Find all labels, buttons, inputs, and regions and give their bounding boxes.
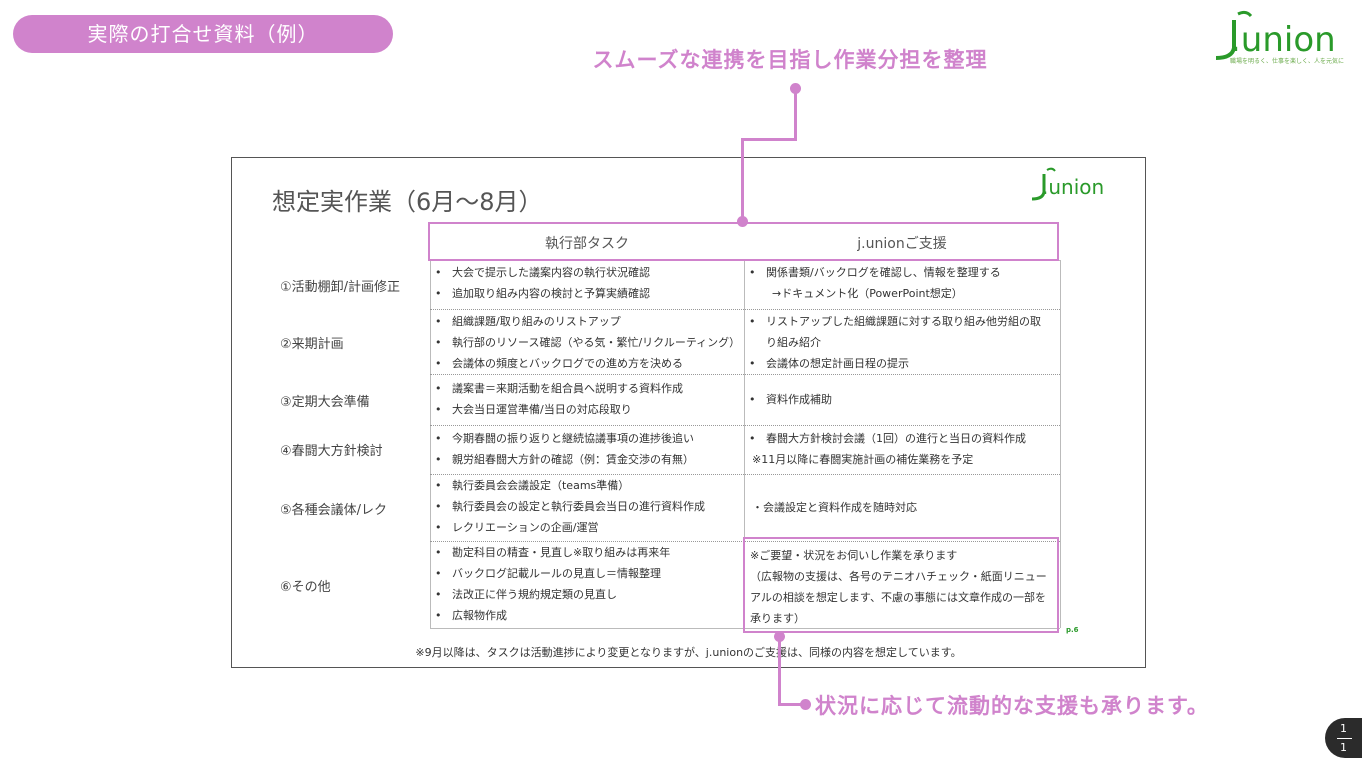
brand-logo: .union 職場を明るく、仕事を楽しく、人を元気に [1212, 8, 1357, 66]
task-cell: 大会で提示した議案内容の執行状況確認 追加取り組み内容の検討と予算実績確認 [432, 262, 742, 304]
task-item: 広報物作成 [432, 605, 742, 626]
row-label: ③定期大会準備 [280, 395, 370, 410]
slide-logo-word: .union [1042, 175, 1105, 199]
support-item-note: ※11月以降に春闘実施計画の補佐業務を予定 [752, 453, 974, 466]
other-support-highlight [743, 537, 1059, 633]
page-number: p.6 [1066, 626, 1079, 634]
support-item: 資料作成補助 [746, 389, 1056, 410]
support-item: リストアップした組織課題に対する取り組み他労組の取り組み紹介 [746, 311, 1046, 353]
logo-tagline: 職場を明るく、仕事を楽しく、人を元気に [1230, 58, 1345, 65]
bottom-note: ※9月以降は、タスクは活動進捗により変更となりますが、j.unionのご支援は、… [415, 646, 962, 659]
row-label: ⑤各種会議体/レク [280, 503, 388, 518]
task-item: 親労組春闘大方針の確認（例：賃金交渉の有無） [432, 449, 742, 470]
task-cell: 勘定科目の精査・見直し※取り組みは再来年 バックログ記載ルールの見直し＝情報整理… [432, 542, 742, 626]
slide-logo: .union [1030, 166, 1130, 206]
support-item: ・会議設定と資料作成を随時対応 [752, 501, 917, 514]
connector-dot [774, 631, 785, 642]
task-item: 大会当日運営準備/当日の対応段取り [432, 399, 742, 420]
support-item: 会議体の想定計画日程の提示 [746, 353, 1046, 374]
grid-hline [430, 425, 1060, 426]
slide-title: 想定実作業（6月〜8月） [272, 188, 543, 216]
footnote-text: 状況に応じて流動的な支援も承ります。 [815, 694, 1209, 718]
task-item: レクリエーションの企画/運営 [432, 517, 742, 538]
column-header-highlight [428, 222, 1059, 261]
task-item: 勘定科目の精査・見直し※取り組みは再来年 [432, 542, 742, 563]
support-item-note: →ドキュメント化（PowerPoint想定） [772, 287, 963, 300]
connector-dot [790, 83, 801, 94]
connector-line [741, 138, 797, 141]
row-label: ⑥その他 [280, 580, 331, 595]
task-cell: 議案書＝来期活動を組合員へ説明する資料作成 大会当日運営準備/当日の対応段取り [432, 378, 742, 420]
task-item: 執行委員会の設定と執行委員会当日の進行資料作成 [432, 496, 742, 517]
grid-vline-left [430, 260, 431, 628]
row-label: ④春闘大方針検討 [280, 444, 383, 459]
grid-hline [430, 374, 1060, 375]
connector-line [794, 90, 797, 140]
logo-word: .union [1230, 20, 1336, 60]
support-cell: ・会議設定と資料作成を随時対応 [746, 497, 1056, 518]
connector-line [741, 138, 744, 222]
task-item: 今期春闘の振り返りと継続協議事項の進捗後追い [432, 428, 742, 449]
task-item: バックログ記載ルールの見直し＝情報整理 [432, 563, 742, 584]
support-item: 関係書類/バックログを確認し、情報を整理する [746, 262, 1056, 283]
grid-hline [430, 309, 1060, 310]
task-item: 議案書＝来期活動を組合員へ説明する資料作成 [432, 378, 742, 399]
support-cell: 関係書類/バックログを確認し、情報を整理する →ドキュメント化（PowerPoi… [746, 262, 1056, 304]
grid-vline-right [1060, 260, 1061, 628]
task-item: 執行部のリソース確認（やる気・繁忙/リクルーティング） [432, 332, 742, 353]
row-label: ②来期計画 [280, 337, 344, 352]
section-label-pill: 実際の打合せ資料（例） [13, 15, 393, 53]
task-item: 会議体の頻度とバックログでの進め方を決める [432, 353, 742, 374]
slide-frame: 想定実作業（6月〜8月） .union 執行部タスク j.unionご支援 ①活… [231, 157, 1146, 668]
headline-text: スムーズな連携を目指し作業分担を整理 [592, 48, 988, 72]
connector-dot [737, 216, 748, 227]
support-item: 春闘大方針検討会議（1回）の進行と当日の資料作成 [746, 428, 1056, 449]
task-item: 大会で提示した議案内容の執行状況確認 [432, 262, 742, 283]
page-counter-bottom: 1 [1340, 741, 1347, 754]
support-cell: 春闘大方針検討会議（1回）の進行と当日の資料作成 ※11月以降に春闘実施計画の補… [746, 428, 1056, 470]
task-item: 追加取り組み内容の検討と予算実績確認 [432, 283, 742, 304]
task-item: 執行委員会会議設定（teams準備） [432, 475, 742, 496]
page-counter-top: 1 [1340, 722, 1347, 735]
task-item: 組織課題/取り組みのリストアップ [432, 311, 742, 332]
task-cell: 組織課題/取り組みのリストアップ 執行部のリソース確認（やる気・繁忙/リクルーテ… [432, 311, 742, 374]
task-item: 法改正に伴う規約規定類の見直し [432, 584, 742, 605]
support-cell: 資料作成補助 [746, 389, 1056, 410]
task-cell: 今期春闘の振り返りと継続協議事項の進捗後追い 親労組春闘大方針の確認（例：賃金交… [432, 428, 742, 470]
support-cell: リストアップした組織課題に対する取り組み他労組の取り組み紹介 会議体の想定計画日… [746, 311, 1046, 374]
row-label: ①活動棚卸/計画修正 [280, 280, 401, 295]
connector-dot [800, 699, 811, 710]
connector-line [778, 636, 781, 706]
task-cell: 執行委員会会議設定（teams準備） 執行委員会の設定と執行委員会当日の進行資料… [432, 475, 742, 538]
page-counter: 1 1 [1325, 718, 1362, 758]
